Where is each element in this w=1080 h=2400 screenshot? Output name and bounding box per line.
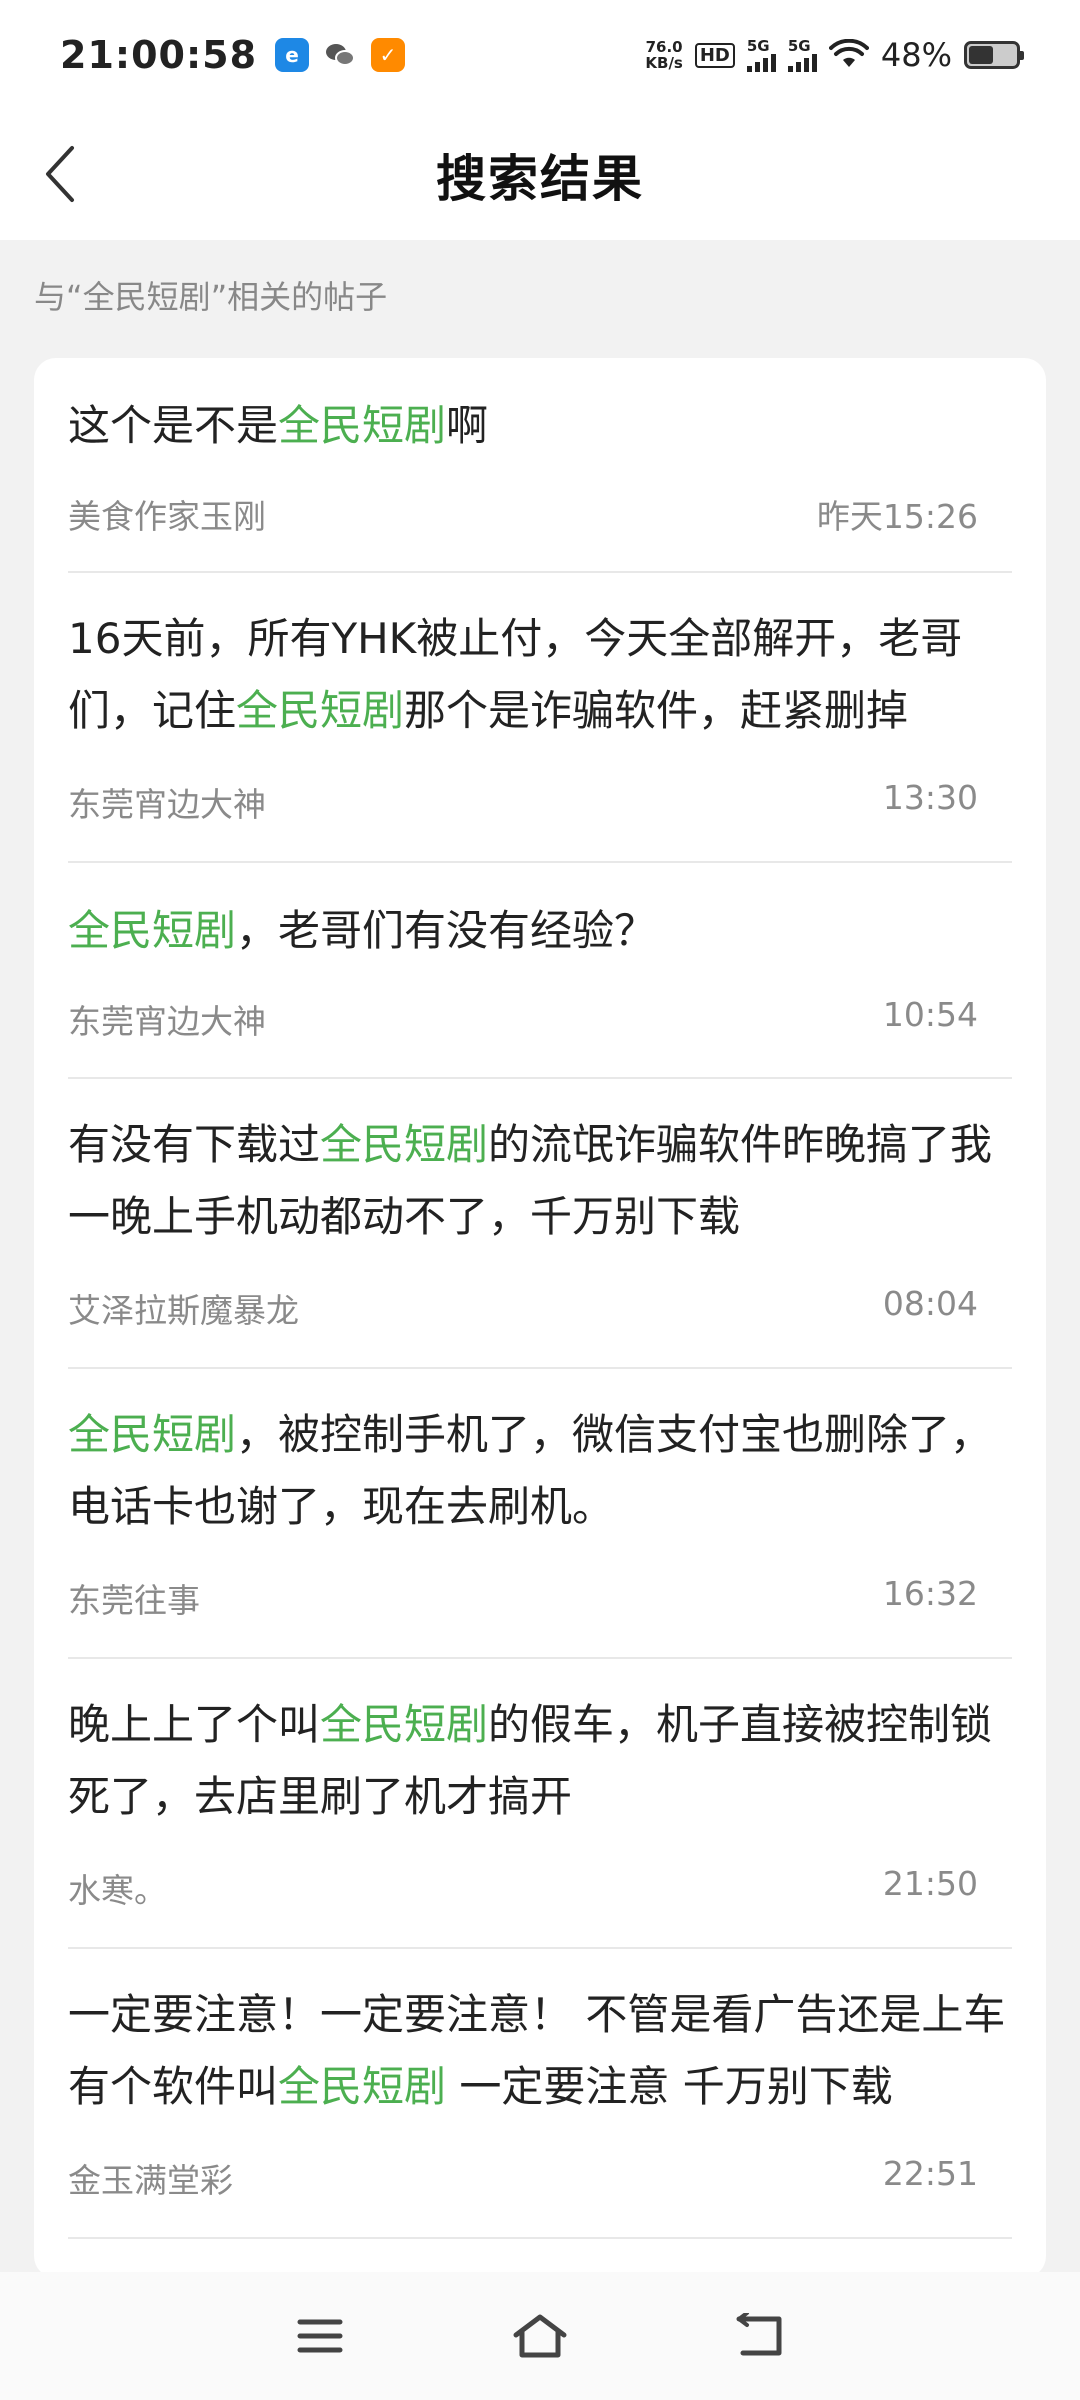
post-author[interactable]: 艾泽拉斯魔暴龙 (68, 1284, 299, 1332)
status-app-icons: e ✓ (275, 38, 406, 72)
chevron-left-icon (46, 146, 74, 202)
status-indicators: 76.0 KB/s HD 5G 5G 48% (645, 36, 1024, 74)
header: 搜索结果 (0, 110, 1080, 240)
keyword-highlight: 全民短剧 (278, 401, 447, 450)
keyword-highlight: 全民短剧 (278, 2062, 447, 2111)
post-title: 晚上上了个叫全民短剧的假车，机子直接被控制锁死了，去店里刷了机才搞开 (68, 1700, 993, 1821)
network-speed: 76.0 KB/s (645, 39, 682, 71)
network-type-2: 5G (787, 37, 811, 55)
home-icon (513, 2314, 567, 2358)
post-title: 有没有下载过全民短剧的流氓诈骗软件昨晚搞了我一晚上手机动都动不了，千万别下载 (68, 1120, 993, 1241)
return-icon (736, 2313, 782, 2356)
shop-app-icon: ✓ (371, 38, 406, 72)
results-list: 这个是不是全民短剧啊 美食作家玉刚 昨天15:26 16天前，所有YHK被止付，… (34, 358, 1046, 2278)
post-title: 一定要注意！一定要注意！ 不管是看广告还是上车 有个软件叫全民短剧 一定要注意 … (68, 1990, 1006, 2111)
network-speed-value: 76.0 (645, 38, 683, 56)
post-time: 16:32 (882, 1574, 978, 1613)
battery-icon (964, 41, 1024, 69)
post-item[interactable]: 有没有下载过全民短剧的流氓诈骗软件昨晚搞了我一晚上手机动都动不了，千万别下载 艾… (68, 1079, 1012, 1369)
post-title: 这个是不是全民短剧啊 (68, 401, 489, 450)
post-title: 全民短剧，老哥们有没有经验？ (68, 906, 657, 955)
back-button[interactable] (20, 134, 100, 214)
post-author[interactable]: 美食作家玉刚 (68, 490, 266, 538)
page-title: 搜索结果 (436, 150, 644, 208)
status-time: 21:00:58 (60, 33, 258, 77)
system-nav-bar (0, 2272, 1080, 2400)
battery-percent: 48% (880, 36, 952, 74)
post-time: 21:50 (882, 1864, 978, 1903)
menu-button[interactable] (275, 2291, 365, 2381)
post-title: 16天前，所有YHK被止付，今天全部解开，老哥们，记住全民短剧那个是诈骗软件，赶… (68, 614, 963, 735)
keyword-highlight: 全民短剧 (68, 1410, 237, 1459)
post-author[interactable]: 东莞往事 (68, 1574, 200, 1622)
post-item[interactable]: 全民短剧，老哥们有没有经验？ 东莞宵边大神 10:54 (68, 863, 1012, 1079)
signal-1-icon: 5G (746, 37, 776, 72)
back-nav-button[interactable] (715, 2291, 805, 2381)
keyword-highlight: 全民短剧 (68, 906, 237, 955)
keyword-highlight: 全民短剧 (320, 1700, 489, 1749)
post-time: 昨天15:26 (816, 497, 978, 536)
wifi-icon (828, 39, 869, 67)
post-item[interactable]: 一定要注意！一定要注意！ 不管是看广告还是上车 有个软件叫全民短剧 一定要注意 … (68, 1949, 1012, 2239)
post-title: 全民短剧，被控制手机了，微信支付宝也删除了，电话卡也谢了，现在去刷机。 (68, 1410, 993, 1531)
post-author[interactable]: 东莞宵边大神 (68, 778, 266, 826)
keyword-highlight: 全民短剧 (236, 686, 405, 735)
post-author[interactable]: 水寒。 (68, 1864, 167, 1912)
home-button[interactable] (495, 2291, 585, 2381)
status-bar: 21:00:58 e ✓ 76.0 KB/s HD 5G 5G 48% (0, 0, 1080, 110)
post-item[interactable]: 晚上上了个叫全民短剧的假车，机子直接被控制锁死了，去店里刷了机才搞开 水寒。 2… (68, 1659, 1012, 1949)
keyword-highlight: 全民短剧 (320, 1120, 489, 1169)
post-item[interactable]: 16天前，所有YHK被止付，今天全部解开，老哥们，记住全民短剧那个是诈骗软件，赶… (68, 573, 1012, 863)
post-time: 13:30 (882, 778, 978, 817)
post-author[interactable]: 东莞宵边大神 (68, 995, 266, 1043)
network-type-1: 5G (746, 37, 770, 55)
signal-2-icon: 5G (787, 37, 817, 72)
wechat-app-icon (323, 38, 358, 72)
menu-icon (297, 2319, 343, 2353)
post-time: 08:04 (882, 1284, 978, 1323)
section-label: 与“全民短剧”相关的帖子 (34, 278, 388, 316)
network-speed-unit: KB/s (645, 54, 683, 72)
browser-app-icon: e (275, 38, 310, 72)
post-item[interactable]: 这个是不是全民短剧啊 美食作家玉刚 昨天15:26 (68, 358, 1012, 573)
post-time: 10:54 (882, 995, 978, 1034)
post-author[interactable]: 金玉满堂彩 (68, 2154, 233, 2202)
hd-icon: HD (694, 42, 735, 68)
post-time: 22:51 (882, 2154, 978, 2193)
post-item[interactable]: 全民短剧，被控制手机了，微信支付宝也删除了，电话卡也谢了，现在去刷机。 东莞往事… (68, 1369, 1012, 1659)
